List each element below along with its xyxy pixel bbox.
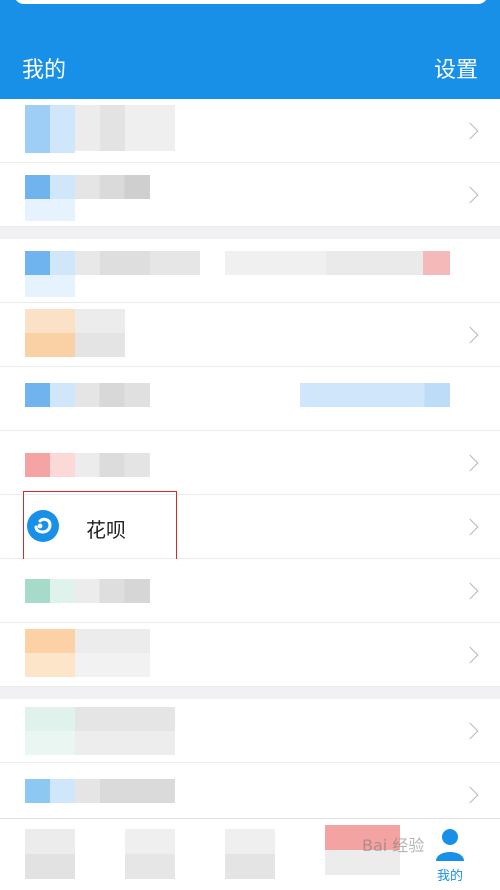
tab-third[interactable] [225, 829, 275, 879]
highlight-annotation [23, 491, 177, 563]
section-divider [0, 227, 500, 239]
menu-list: 花呗 [0, 99, 500, 827]
settings-button[interactable]: 设置 [434, 52, 478, 84]
chevron-right-icon [461, 582, 479, 599]
chevron-right-icon [461, 518, 479, 535]
blurred-label [75, 579, 150, 603]
blurred-icon [25, 779, 75, 803]
blurred-badge [225, 251, 450, 275]
chevron-right-icon [461, 646, 479, 663]
chevron-right-icon [461, 122, 479, 139]
tab-home[interactable] [25, 829, 75, 879]
list-item[interactable] [0, 239, 500, 303]
blurred-icon [25, 251, 75, 275]
blurred-icon [25, 579, 75, 603]
blurred-icon [25, 453, 75, 477]
list-item[interactable] [0, 623, 500, 687]
list-item[interactable] [0, 99, 500, 163]
blurred-label [75, 707, 175, 755]
blurred-badge [300, 383, 450, 407]
blurred-label [75, 383, 150, 407]
blurred-label [75, 175, 150, 199]
blurred-icon [25, 383, 75, 407]
blurred-label [75, 779, 175, 803]
list-item[interactable] [0, 163, 500, 227]
blurred-icon [25, 275, 75, 297]
section-divider [0, 687, 500, 699]
list-item[interactable] [0, 699, 500, 763]
chevron-right-icon [461, 454, 479, 471]
chevron-right-icon [461, 786, 479, 803]
blurred-icon [25, 309, 75, 357]
watermark: Bai 经验 [362, 836, 425, 855]
blurred-icon [25, 105, 75, 153]
blurred-label [75, 251, 200, 275]
search-bar[interactable] [14, 0, 488, 4]
blurred-icon [25, 199, 75, 221]
blurred-icon [25, 707, 75, 755]
blurred-label [75, 629, 150, 677]
chevron-right-icon [461, 186, 479, 203]
blurred-icon [25, 175, 75, 199]
list-item-huabei[interactable]: 花呗 [0, 491, 500, 563]
blurred-label [75, 309, 125, 357]
blurred-label [75, 453, 150, 477]
list-item[interactable] [0, 431, 500, 495]
chevron-right-icon [461, 326, 479, 343]
tab-second[interactable] [125, 829, 175, 879]
list-item[interactable] [0, 559, 500, 623]
blurred-label [75, 105, 175, 151]
list-item[interactable] [0, 367, 500, 431]
chevron-right-icon [461, 722, 479, 739]
blurred-icon [25, 629, 75, 677]
header-bar: 我的 设置 [0, 0, 500, 99]
list-item[interactable] [0, 303, 500, 367]
page-title: 我的 [22, 58, 67, 83]
